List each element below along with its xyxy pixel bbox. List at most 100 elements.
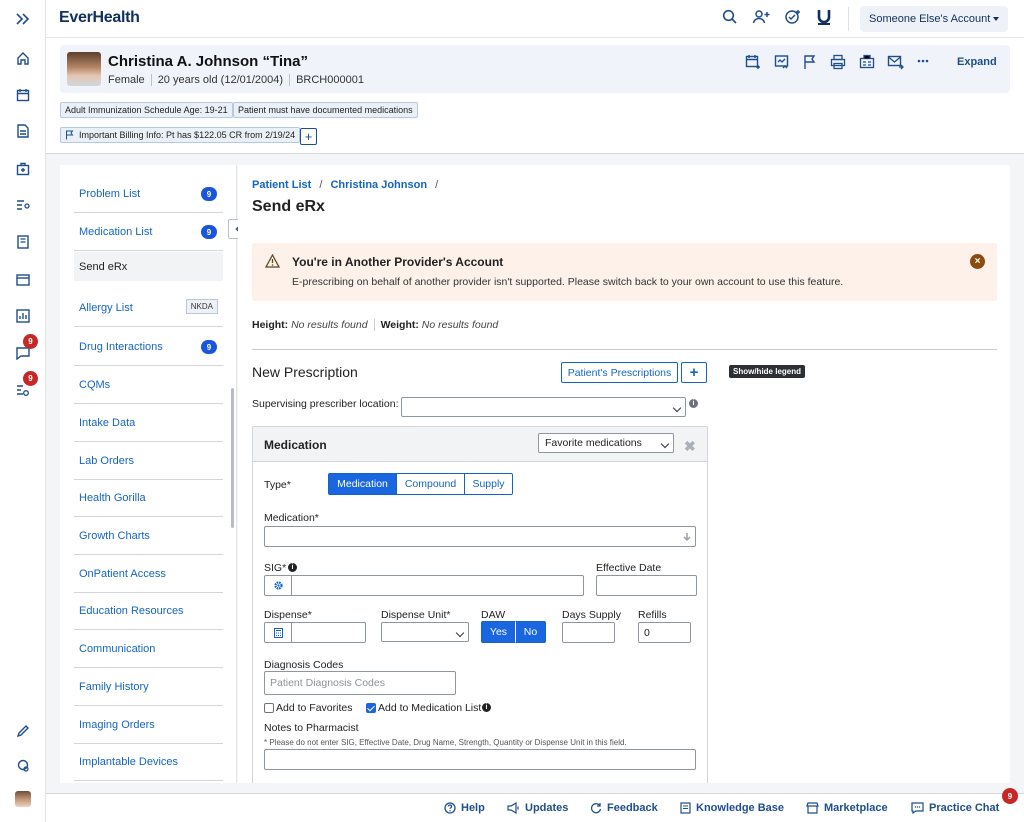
info-icon[interactable]: i (288, 563, 297, 572)
add-to-medication-list-checkbox[interactable] (366, 703, 376, 713)
nav-growth-charts[interactable]: Growth Charts (74, 518, 223, 555)
divider (252, 349, 997, 350)
sig-builder-button[interactable] (265, 576, 292, 595)
messages-icon[interactable]: 9 (0, 334, 46, 368)
alert-chip-billing[interactable]: Important Billing Info: Pt has $122.05 C… (60, 127, 301, 143)
chat-icon (911, 802, 924, 814)
flag-icon[interactable] (803, 54, 817, 70)
updates-link[interactable]: Updates (507, 802, 568, 814)
daw-no-option[interactable]: No (515, 621, 546, 643)
search-icon[interactable] (722, 9, 738, 25)
dispense-calculator-button[interactable] (265, 623, 292, 642)
medical-kit-icon[interactable] (0, 154, 46, 184)
nav-label: CQMs (79, 379, 111, 391)
nav-onpatient-access[interactable]: OnPatient Access (74, 556, 223, 593)
nav-drug-interactions[interactable]: Drug Interactions 9 (74, 329, 223, 366)
nav-medication-list[interactable]: Medication List 9 (74, 214, 223, 251)
more-icon[interactable] (917, 59, 929, 63)
sig-input[interactable] (264, 575, 584, 596)
add-to-favorites-checkbox[interactable] (264, 703, 274, 713)
daw-yes-option[interactable]: Yes (481, 621, 516, 643)
nav-health-gorilla[interactable]: Health Gorilla (74, 480, 223, 517)
patients-prescriptions-button[interactable]: Patient's Prescriptions (561, 362, 678, 383)
nav-family-history[interactable]: Family History (74, 669, 223, 706)
type-compound-option[interactable]: Compound (396, 473, 465, 495)
medication-label: Medication* (264, 512, 319, 524)
medication-search-input[interactable] (264, 526, 696, 547)
type-supply-option[interactable]: Supply (464, 473, 513, 495)
pencil-icon[interactable] (0, 716, 46, 746)
reports-icon[interactable] (0, 301, 46, 331)
help-link[interactable]: Help (444, 802, 485, 814)
effective-date-input[interactable] (596, 575, 697, 596)
settings-shield-icon[interactable] (0, 751, 46, 781)
close-icon[interactable]: ✖ (684, 438, 696, 455)
checkin-icon[interactable] (784, 9, 801, 25)
rx-review-icon[interactable] (774, 54, 790, 70)
nav-implantable-devices[interactable]: Implantable Devices (74, 744, 223, 781)
alert-chip-medications[interactable]: Patient must have documented medications (233, 102, 418, 118)
new-prescription-title: New Prescription (252, 364, 358, 380)
close-icon[interactable]: × (970, 254, 985, 269)
expand-rail-icon[interactable] (0, 4, 46, 34)
tasks-icon[interactable]: 9 (0, 371, 46, 405)
main-content: Patient List / Christina Johnson / Send … (238, 165, 1010, 783)
account-label: Someone Else's Account (869, 13, 991, 25)
add-to-medication-list-label[interactable]: Add to Medication List (378, 702, 481, 714)
top-bar: EverHealth Someone Else's Account (46, 0, 1024, 38)
nav-lab-orders[interactable]: Lab Orders (74, 443, 223, 480)
feedback-link[interactable]: Feedback (590, 802, 658, 814)
account-switcher[interactable]: Someone Else's Account (860, 6, 1008, 32)
nav-allergy-list[interactable]: Allergy List NKDA (74, 290, 223, 327)
user-avatar[interactable] (0, 784, 46, 814)
warning-icon (265, 254, 280, 268)
favorite-medications-select[interactable]: Favorite medications (538, 433, 674, 453)
refills-input[interactable]: 0 (638, 622, 691, 643)
type-medication-option[interactable]: Medication (328, 473, 397, 495)
show-hide-legend-button[interactable]: Show/hide legend (729, 365, 806, 378)
billing-icon[interactable] (0, 265, 46, 295)
book-icon[interactable] (0, 227, 46, 257)
home-icon[interactable] (0, 43, 46, 73)
add-to-favorites-label[interactable]: Add to Favorites (276, 702, 352, 714)
left-rail: 9 9 (0, 0, 46, 822)
nav-label: OnPatient Access (79, 568, 166, 580)
practice-chat-link[interactable]: Practice Chat (911, 802, 999, 814)
app-logo[interactable]: EverHealth (59, 9, 140, 27)
mail-icon[interactable] (887, 54, 904, 70)
nav-intake-data[interactable]: Intake Data (74, 405, 223, 442)
diagnosis-codes-input[interactable]: Patient Diagnosis Codes (264, 671, 456, 695)
side-nav-scrollbar[interactable] (231, 388, 234, 528)
notes-to-pharmacist-input[interactable] (264, 749, 696, 770)
nav-imaging-orders[interactable]: Imaging Orders (74, 707, 223, 744)
expand-button[interactable]: Expand (957, 56, 997, 68)
add-prescription-button[interactable]: + (681, 362, 707, 383)
schedule-icon[interactable] (745, 54, 761, 70)
nav-problem-list[interactable]: Problem List 9 (74, 176, 223, 213)
info-icon[interactable]: i (689, 399, 698, 408)
nav-send-erx[interactable]: Send eRx (74, 252, 223, 282)
add-alert-button[interactable]: + (300, 128, 317, 145)
breadcrumb-patient[interactable]: Christina Johnson (330, 179, 427, 191)
marketplace-link[interactable]: Marketplace (806, 802, 888, 814)
add-patient-icon[interactable] (752, 9, 770, 25)
info-icon[interactable]: i (482, 703, 491, 712)
chat-badge: 9 (1002, 788, 1018, 804)
breadcrumb-patient-list[interactable]: Patient List (252, 179, 311, 191)
nav-communication[interactable]: Communication (74, 631, 223, 668)
nav-education-resources[interactable]: Education Resources (74, 593, 223, 630)
alert-chip-immunization[interactable]: Adult Immunization Schedule Age: 19-21 (60, 102, 233, 118)
nav-cqms[interactable]: CQMs (74, 367, 223, 404)
days-supply-input[interactable] (562, 622, 615, 643)
knowledge-base-link[interactable]: Knowledge Base (680, 802, 784, 814)
list-user-icon[interactable] (0, 190, 46, 220)
print-icon[interactable] (830, 54, 846, 70)
university-icon[interactable] (817, 8, 831, 26)
calendar-icon[interactable] (0, 80, 46, 110)
dispense-input[interactable] (264, 622, 366, 643)
supervising-location-select[interactable] (401, 397, 686, 417)
dispense-unit-select[interactable] (381, 622, 469, 642)
fax-icon[interactable] (859, 54, 875, 70)
patient-age: 20 years old (12/01/2004) (152, 74, 291, 86)
document-icon[interactable] (0, 116, 46, 146)
